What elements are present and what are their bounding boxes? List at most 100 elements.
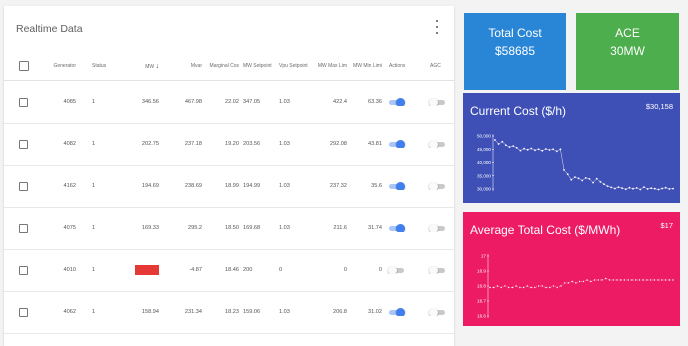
cell-vpu-setpoint: 1.03	[279, 183, 290, 189]
average-cost-y-tick-label: 17	[481, 254, 487, 259]
current-cost-data-point	[552, 148, 554, 151]
average-cost-data-point	[612, 279, 614, 281]
cell-actions	[385, 98, 418, 106]
average-cost-data-point	[601, 279, 603, 281]
average-cost-data-point	[627, 279, 629, 281]
cell-mw: 346.56	[141, 99, 159, 105]
current-cost-headline: $30,158	[645, 102, 673, 111]
cell-mw: 169.33	[141, 225, 159, 231]
actions-toggle[interactable]	[389, 182, 405, 190]
row-select-cell[interactable]	[4, 181, 42, 191]
row-checkbox[interactable]	[19, 307, 28, 317]
row-checkbox[interactable]	[19, 181, 28, 191]
actions-toggle[interactable]	[389, 308, 405, 316]
row-select-cell[interactable]	[4, 97, 42, 107]
average-cost-data-point	[668, 279, 670, 281]
row-select-cell[interactable]	[4, 223, 42, 233]
agc-toggle[interactable]	[429, 98, 446, 106]
header-mw-max-limit[interactable]: MW Max Lim	[312, 63, 349, 69]
cell-status: 1	[92, 309, 96, 315]
actions-toggle[interactable]	[389, 98, 405, 106]
current-cost-data-point	[545, 148, 547, 150]
cell-actions	[385, 224, 418, 232]
select-all-cell[interactable]	[4, 61, 42, 71]
cell-actions	[385, 182, 418, 190]
agc-toggle[interactable]	[429, 308, 446, 316]
cell-mw-min-limit: 35.6	[371, 183, 382, 189]
total-cost-value: $58685	[494, 44, 536, 58]
actions-toggle[interactable]	[389, 140, 405, 148]
header-vpu-setpoint[interactable]: Vpu Setpoint	[275, 63, 312, 69]
agc-toggle[interactable]	[429, 182, 446, 190]
agc-toggle[interactable]	[429, 140, 446, 148]
row-checkbox[interactable]	[19, 139, 28, 149]
row-select-cell[interactable]	[4, 139, 42, 149]
average-cost-data-point	[541, 285, 543, 287]
cell-generator: 4062	[63, 309, 76, 315]
average-cost-data-point	[638, 279, 641, 281]
card-title: Realtime Data	[16, 23, 83, 35]
agc-toggle[interactable]	[429, 224, 446, 232]
table-header: Generator Status MW ↓ Mvar Marginal Cos …	[4, 52, 454, 81]
current-cost-data-point	[512, 145, 515, 147]
average-cost-data-point	[489, 286, 491, 289]
cell-mw-setpoint: 194.99	[243, 183, 261, 189]
table-row: 4075 1 169.33 295.2 18.50 169.68 1.03 211.6 31.7…	[4, 207, 454, 250]
cell-mvar: 237.18	[184, 141, 202, 147]
current-cost-data-point	[632, 187, 634, 190]
current-cost-data-point	[501, 140, 504, 143]
average-cost-data-point	[504, 285, 506, 287]
average-cost-y-tick-label: 16.8	[477, 284, 486, 289]
header-mvar[interactable]: Mvar	[162, 63, 204, 69]
cell-mvar: -4.87	[189, 267, 202, 273]
header-agc: AGC	[430, 63, 441, 69]
header-marginal-cost[interactable]: Marginal Cos	[204, 63, 241, 69]
cell-agc	[418, 98, 454, 106]
actions-toggle[interactable]	[388, 266, 405, 274]
row-checkbox[interactable]	[19, 97, 28, 107]
average-cost-data-point	[664, 279, 667, 281]
more-vert-icon[interactable]	[434, 20, 440, 34]
current-cost-data-point	[530, 147, 533, 150]
row-checkbox[interactable]	[19, 265, 28, 275]
header-generator[interactable]: Generator	[42, 63, 80, 69]
agc-toggle[interactable]	[429, 266, 446, 274]
current-cost-data-point	[621, 187, 623, 190]
table-row: 4085 1 346.56 467.98 22.02 347.05 1.03 422.4 63.…	[4, 81, 454, 124]
average-cost-data-point	[620, 279, 622, 281]
sort-arrow-down-icon[interactable]: ↓	[156, 63, 160, 70]
average-cost-y-tick-label: 16.7	[477, 299, 486, 304]
current-cost-data-point	[526, 148, 529, 151]
cell-agc	[418, 182, 454, 190]
row-checkbox[interactable]	[19, 223, 28, 233]
select-all-checkbox[interactable]	[19, 61, 29, 71]
current-cost-data-point	[574, 176, 576, 178]
header-mw-setpoint[interactable]: MW Setpoint	[241, 63, 275, 69]
average-cost-data-point	[623, 279, 626, 281]
header-status[interactable]: Status	[80, 63, 114, 69]
header-mw[interactable]: MW ↓	[114, 63, 162, 70]
average-cost-chart-title: Average Total Cost ($/MWh)	[470, 223, 621, 237]
row-select-cell[interactable]	[4, 265, 42, 275]
current-cost-data-point	[646, 188, 649, 190]
realtime-data-card: Realtime Data Generator Status MW ↓ Mvar…	[4, 6, 454, 346]
cell-mw-setpoint: 200	[243, 267, 253, 273]
row-select-cell[interactable]	[4, 307, 42, 317]
average-cost-y-tick-label: 16.9	[477, 269, 486, 274]
cell-mw: 202.75	[141, 141, 159, 147]
cell-generator: 4085	[63, 99, 76, 105]
current-cost-data-point	[515, 147, 518, 149]
cell-status: 1	[92, 141, 96, 147]
actions-toggle[interactable]	[389, 224, 405, 232]
cell-mw-setpoint: 203.56	[243, 141, 261, 147]
average-cost-data-point	[534, 286, 536, 289]
average-cost-chart-card: 17 16.9 16.8 16.7 16.6 Average Total Cost ($…	[463, 212, 680, 326]
cell-mw-setpoint: 159.06	[243, 309, 261, 315]
cell-mw-min-limit: 31.74	[368, 225, 382, 231]
cell-mw-max-limit: 211.6	[333, 225, 347, 231]
current-cost-y-tick-label: 30,000	[477, 187, 491, 192]
current-cost-data-point	[563, 169, 565, 171]
current-cost-data-point	[559, 148, 562, 151]
current-cost-data-point	[581, 179, 584, 182]
header-mw-min-limit[interactable]: MW Min Limi	[349, 63, 385, 69]
